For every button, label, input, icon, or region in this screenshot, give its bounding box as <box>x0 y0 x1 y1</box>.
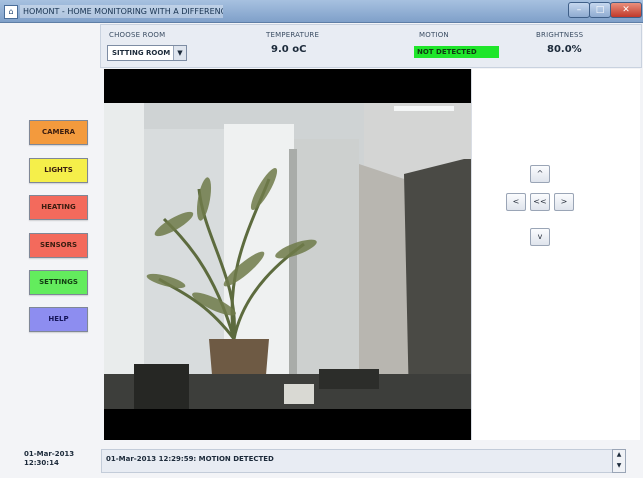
window-titlebar: ⌂ HOMONT - HOME MONITORING WITH A DIFFER… <box>0 0 643 23</box>
room-select-value: SITTING ROOM <box>112 49 171 57</box>
room-select[interactable]: SITTING ROOM ▼ <box>107 45 187 61</box>
camera-control-panel: ^ < << > v <box>471 69 640 440</box>
pan-right-button[interactable]: > <box>554 193 574 211</box>
event-log: 01-Mar-2013 12:29:59: MOTION DETECTED <box>101 449 613 473</box>
event-log-scrollbar[interactable]: ▲ ▼ <box>612 449 626 473</box>
current-date: 01-Mar-2013 <box>24 450 75 458</box>
sensors-button[interactable]: SENSORS <box>29 233 88 258</box>
scroll-up-icon[interactable]: ▲ <box>613 450 625 460</box>
camera-feed-image <box>104 69 471 440</box>
camera-feed <box>104 69 471 440</box>
pan-up-button[interactable]: ^ <box>530 165 550 183</box>
current-time: 12:30:14 <box>24 459 59 467</box>
motion-status-badge: NOT DETECTED <box>414 46 499 58</box>
lights-button[interactable]: LIGHTS <box>29 158 88 183</box>
room-status-panel: CHOOSE ROOM TEMPERATURE MOTION BRIGHTNES… <box>100 24 642 68</box>
heating-button[interactable]: HEATING <box>29 195 88 220</box>
help-button[interactable]: HELP <box>29 307 88 332</box>
settings-button[interactable]: SETTINGS <box>29 270 88 295</box>
chevron-down-icon[interactable]: ▼ <box>173 46 186 60</box>
current-datetime: 01-Mar-2013 12:30:14 <box>24 450 84 468</box>
temperature-value: 9.0 oC <box>271 44 307 55</box>
event-log-entry: 01-Mar-2013 12:29:59: MOTION DETECTED <box>106 455 274 463</box>
minimize-icon[interactable]: – <box>568 2 590 18</box>
close-icon[interactable]: ✕ <box>610 2 642 18</box>
temperature-label: TEMPERATURE <box>266 31 320 39</box>
motion-label: MOTION <box>419 31 449 39</box>
camera-button[interactable]: CAMERA <box>29 120 88 145</box>
scroll-down-icon[interactable]: ▼ <box>613 461 625 471</box>
window-title: HOMONT - HOME MONITORING WITH A DIFFEREN… <box>20 5 223 18</box>
pan-left-button[interactable]: < <box>506 193 526 211</box>
choose-room-label: CHOOSE ROOM <box>109 31 166 39</box>
pan-center-button[interactable]: << <box>530 193 550 211</box>
brightness-value: 80.0% <box>547 44 582 55</box>
app-icon[interactable]: ⌂ <box>4 5 18 19</box>
pan-down-button[interactable]: v <box>530 228 550 246</box>
maximize-icon[interactable]: □ <box>589 2 611 18</box>
brightness-label: BRIGHTNESS <box>536 31 584 39</box>
